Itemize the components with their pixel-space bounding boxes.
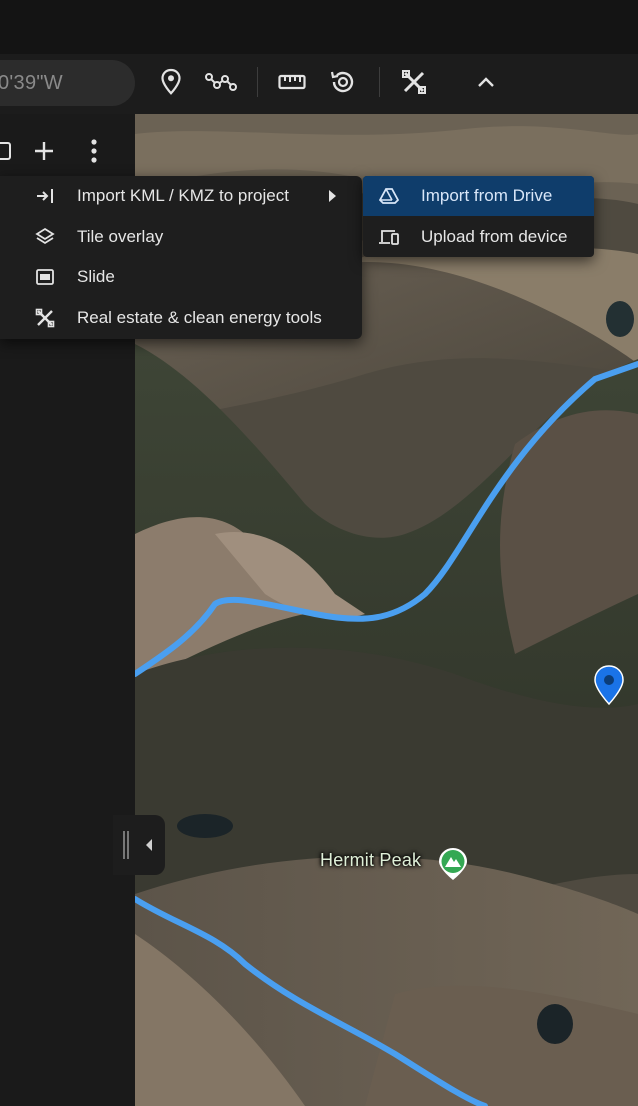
add-icon[interactable] (29, 136, 59, 166)
add-menu: Import KML / KMZ to project Tile overlay… (0, 176, 362, 339)
layers-icon (34, 226, 56, 248)
menu-item-label: Tile overlay (77, 227, 164, 246)
mountain-peak-icon[interactable] (437, 846, 469, 882)
coordinate-search-input[interactable]: 0'39"W (0, 60, 135, 106)
menu-item-tile-overlay[interactable]: Tile overlay (0, 217, 362, 257)
menu-item-label: Real estate & clean energy tools (77, 308, 322, 327)
toolbar-divider (257, 67, 258, 97)
menu-item-label: Slide (77, 267, 115, 286)
panel-collapse-toggle[interactable] (113, 815, 165, 875)
menu-item-import-kml[interactable]: Import KML / KMZ to project (0, 176, 362, 216)
tools-icon[interactable] (398, 66, 430, 98)
ruler-icon[interactable] (276, 66, 308, 98)
history-icon[interactable] (327, 66, 359, 98)
peak-label[interactable]: Hermit Peak (320, 850, 421, 871)
location-pin-icon[interactable] (592, 664, 626, 706)
import-icon (34, 185, 56, 207)
chevron-up-icon[interactable] (470, 66, 502, 98)
chevron-left-icon (145, 838, 153, 857)
import-submenu: Import from Drive Upload from device (363, 176, 594, 257)
toolbar: 0'39"W (0, 54, 638, 114)
submenu-item-label: Upload from device (421, 227, 568, 246)
menu-item-real-estate-tools[interactable]: Real estate & clean energy tools (0, 298, 362, 338)
tools-icon (34, 307, 56, 329)
submenu-item-label: Import from Drive (421, 186, 553, 205)
devices-icon (378, 226, 400, 248)
slide-icon (34, 266, 56, 288)
submenu-item-upload-from-device[interactable]: Upload from device (363, 217, 594, 257)
drive-icon (378, 185, 400, 207)
menu-item-label: Import KML / KMZ to project (77, 186, 289, 205)
collapse-panel-icon[interactable] (0, 136, 18, 166)
path-icon[interactable] (205, 66, 237, 98)
place-marker-icon[interactable] (155, 66, 187, 98)
submenu-item-import-from-drive[interactable]: Import from Drive (363, 176, 594, 216)
more-options-icon[interactable] (79, 136, 109, 166)
toolbar-divider (379, 67, 380, 97)
submenu-arrow-icon (327, 189, 337, 203)
drag-handle[interactable] (123, 831, 129, 859)
window-top-bar (0, 0, 638, 54)
menu-item-slide[interactable]: Slide (0, 257, 362, 297)
